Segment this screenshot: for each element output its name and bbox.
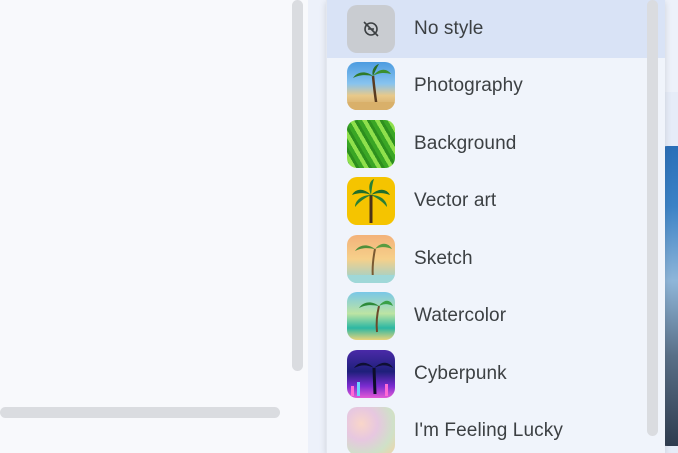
left-vertical-scrollbar[interactable] (292, 0, 303, 371)
style-option-label: Photography (414, 75, 523, 97)
style-option-label: Sketch (414, 247, 473, 269)
style-list: No style Photography Background Vector a… (327, 0, 665, 453)
style-option-feeling-lucky[interactable]: I'm Feeling Lucky (327, 403, 665, 453)
sketch-thumbnail (347, 234, 395, 283)
style-option-no-style[interactable]: No style (327, 0, 665, 58)
style-option-photography[interactable]: Photography (327, 58, 665, 116)
menu-vertical-scrollbar[interactable] (647, 0, 658, 436)
style-option-label: No style (414, 17, 484, 39)
no-style-icon (347, 4, 395, 53)
background-thumbnail (347, 119, 395, 168)
style-option-sketch[interactable]: Sketch (327, 230, 665, 288)
style-option-watercolor[interactable]: Watercolor (327, 288, 665, 346)
vector-art-thumbnail (347, 177, 395, 226)
style-option-label: Cyberpunk (414, 362, 507, 384)
style-option-vector-art[interactable]: Vector art (327, 173, 665, 231)
watercolor-thumbnail (347, 292, 395, 341)
style-dropdown-menu: No style Photography Background Vector a… (326, 0, 665, 453)
style-option-label: Watercolor (414, 305, 507, 327)
feeling-lucky-thumbnail (347, 407, 395, 453)
style-option-cyberpunk[interactable]: Cyberpunk (327, 345, 665, 403)
style-option-label: Vector art (414, 190, 497, 212)
photography-thumbnail (347, 62, 395, 111)
left-horizontal-scrollbar[interactable] (0, 407, 280, 418)
cyberpunk-thumbnail (347, 349, 395, 398)
page: No style Photography Background Vector a… (0, 0, 678, 453)
style-option-label: Background (414, 132, 517, 154)
left-pane (0, 0, 308, 453)
style-option-label: I'm Feeling Lucky (414, 420, 563, 442)
style-option-background[interactable]: Background (327, 115, 665, 173)
